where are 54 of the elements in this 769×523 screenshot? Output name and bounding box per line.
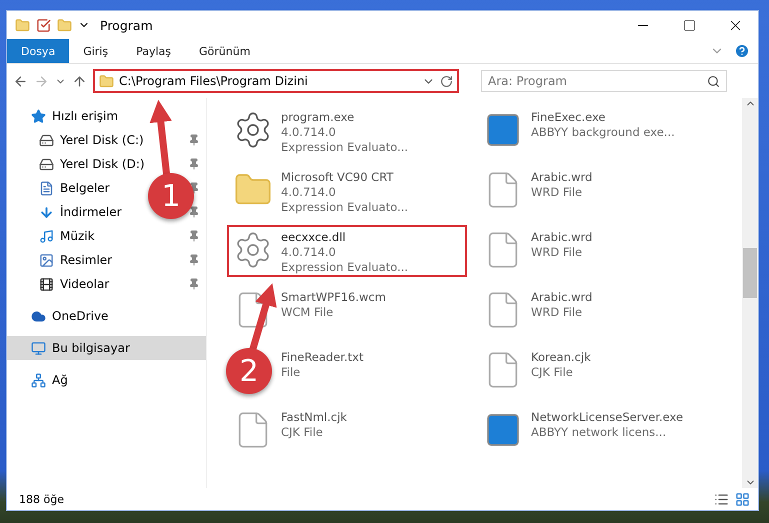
folder-icon bbox=[99, 74, 114, 88]
help-icon[interactable] bbox=[734, 43, 750, 59]
search-field[interactable]: Ara: Program bbox=[481, 70, 727, 92]
sidebar-item[interactable]: İndirmeler bbox=[60, 205, 122, 219]
drive-icon bbox=[39, 156, 54, 172]
scroll-thumb[interactable] bbox=[743, 248, 757, 298]
picture-icon bbox=[39, 252, 54, 268]
window-title: Program bbox=[100, 18, 153, 32]
file-detail: Expression Evaluato... bbox=[281, 200, 408, 215]
film-icon bbox=[39, 276, 54, 292]
file-detail: CJK File bbox=[281, 425, 323, 440]
music-note-icon bbox=[39, 228, 54, 244]
file-detail: Expression Evaluato... bbox=[281, 260, 408, 275]
sidebar-item[interactable]: Yerel Disk (D:) bbox=[60, 157, 145, 171]
file-item[interactable]: eecxxce.dll 4.0.714.0 Expression Evaluato... bbox=[227, 225, 467, 277]
details-view-icon[interactable] bbox=[714, 492, 729, 506]
minimize-icon bbox=[638, 24, 648, 26]
sidebar-item[interactable]: Belgeler bbox=[60, 181, 110, 195]
star-icon bbox=[31, 108, 46, 124]
scrollbar[interactable] bbox=[742, 98, 758, 488]
search-icon bbox=[707, 74, 720, 88]
ribbon-tab[interactable]: Dosya bbox=[7, 39, 70, 63]
network-icon bbox=[31, 372, 46, 388]
back-button[interactable] bbox=[13, 74, 28, 88]
address-path: C:\Program Files\Program Dizini bbox=[119, 74, 309, 88]
monitor-icon bbox=[31, 340, 46, 356]
file-detail: ABBYY background exe... bbox=[531, 125, 675, 140]
sidebar-item[interactable]: Yerel Disk (C:) bbox=[60, 133, 144, 147]
refresh-icon[interactable] bbox=[440, 74, 453, 88]
ribbon-tab[interactable]: Paylaş bbox=[122, 39, 185, 63]
ribbon-tab[interactable]: Giriş bbox=[69, 39, 122, 63]
sidebar-item[interactable]: Ağ bbox=[52, 373, 68, 387]
drive-icon bbox=[39, 132, 54, 148]
forward-arrow-icon bbox=[34, 74, 49, 88]
up-button[interactable] bbox=[72, 74, 87, 88]
address-bar[interactable]: C:\Program Files\Program Dizini bbox=[93, 69, 459, 93]
tiles-view-icon[interactable] bbox=[735, 492, 750, 506]
maximize-icon bbox=[682, 18, 696, 32]
sidebar-item[interactable]: Resimler bbox=[60, 253, 112, 267]
sidebar-item[interactable]: Müzik bbox=[60, 229, 95, 243]
sidebar-item[interactable]: OneDrive bbox=[52, 309, 108, 323]
file-name[interactable]: FastNml.cjk bbox=[281, 410, 347, 425]
document-icon bbox=[39, 180, 54, 196]
cloud-icon bbox=[31, 308, 46, 324]
file-detail: CJK File bbox=[531, 365, 573, 380]
sidebar-item[interactable]: Hızlı erişim bbox=[52, 109, 118, 123]
download-arrow-icon bbox=[39, 204, 54, 220]
checklist-icon[interactable] bbox=[36, 18, 51, 32]
file-detail: Expression Evaluato... bbox=[281, 140, 408, 155]
item-count: 188 öğe bbox=[19, 492, 64, 506]
file-name[interactable]: Korean.cjk bbox=[531, 350, 591, 365]
ribbon-tab[interactable]: Görünüm bbox=[185, 39, 264, 63]
sidebar-item[interactable]: Videolar bbox=[60, 277, 110, 291]
search-placeholder: Ara: Program bbox=[488, 74, 567, 88]
